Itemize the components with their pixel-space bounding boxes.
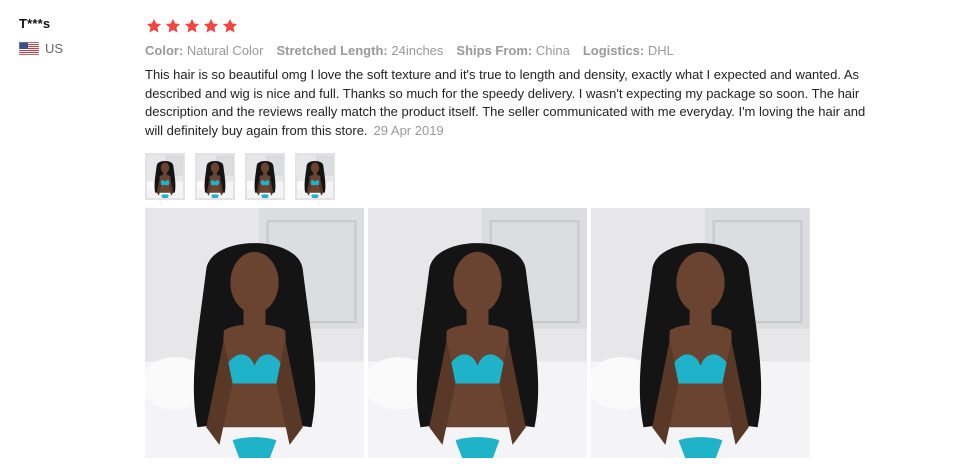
star-icon: [222, 18, 238, 33]
photo-thumbnails: [145, 153, 945, 200]
photo-thumbnail-image: [297, 155, 333, 198]
photo-thumbnail[interactable]: [245, 153, 285, 200]
attribute-value: 24inches: [391, 43, 444, 58]
attribute-value: Natural Color: [186, 43, 264, 58]
photo-thumbnail[interactable]: [295, 153, 335, 200]
review-date: 29 Apr 2019: [373, 122, 444, 138]
attribute-label: Logistics:: [582, 43, 645, 58]
review-entry: Color: Natural Color Stretched Length: 2…: [145, 17, 945, 458]
attribute-value: DHL: [647, 43, 674, 58]
attribute-label: Stretched Length:: [276, 43, 388, 58]
attribute-length: Stretched Length: 24inches: [277, 43, 444, 58]
attribute-label: Ships From:: [456, 43, 533, 58]
review-photo[interactable]: [591, 208, 810, 458]
photo-thumbnail-image: [247, 155, 283, 198]
star-icon: [165, 18, 181, 33]
review-text: This hair is so beautiful omg I love the…: [145, 67, 866, 138]
product-attributes: Color: Natural Color Stretched Length: 2…: [145, 43, 945, 58]
attribute-label: Color:: [145, 43, 184, 58]
reviewer-info: T***s US: [19, 16, 129, 56]
review-photo-image: [591, 208, 810, 458]
review-photo[interactable]: [145, 208, 364, 458]
reviewer-country: US: [19, 41, 129, 56]
attribute-value: China: [535, 43, 570, 58]
attribute-ships-from: Ships From: China: [456, 43, 569, 58]
reviewer-name: T***s: [19, 16, 51, 31]
attribute-logistics: Logistics: DHL: [583, 43, 674, 58]
star-rating: [145, 17, 945, 39]
country-label: US: [45, 41, 64, 56]
star-icon: [146, 18, 162, 33]
photo-thumbnail[interactable]: [145, 153, 185, 200]
review-photo-image: [145, 208, 364, 458]
star-icon: [184, 18, 200, 33]
review-photo-image: [368, 208, 587, 458]
review-photos: [145, 208, 945, 458]
review-body: This hair is so beautiful omg I love the…: [145, 66, 870, 140]
photo-thumbnail-image: [197, 155, 233, 198]
photo-thumbnail[interactable]: [195, 153, 235, 200]
attribute-color: Color: Natural Color: [145, 43, 264, 58]
review-photo[interactable]: [368, 208, 587, 458]
us-flag-icon: [19, 42, 39, 55]
photo-thumbnail-image: [147, 155, 183, 198]
star-icon: [203, 18, 219, 33]
